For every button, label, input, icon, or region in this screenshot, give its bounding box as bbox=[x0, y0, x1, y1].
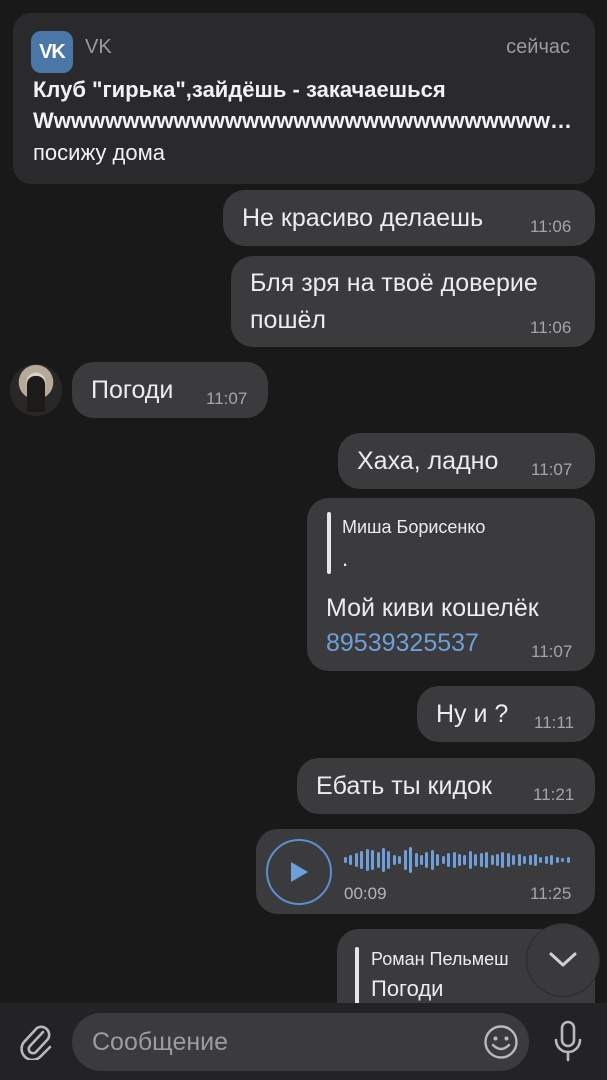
reply-quote-bar bbox=[327, 512, 331, 574]
message-text: Не красиво делаешь bbox=[242, 204, 484, 232]
notification-title: Клуб "гирька",зайдёшь - закачаешься bbox=[33, 77, 446, 102]
waveform-bar bbox=[496, 854, 499, 866]
waveform-bar bbox=[534, 854, 537, 866]
waveform-bar bbox=[550, 855, 554, 865]
message-text-line-1: Бля зря на твоё доверие bbox=[250, 269, 538, 297]
voice-waveform[interactable] bbox=[344, 845, 572, 875]
vk-logo-icon: VK bbox=[31, 31, 73, 73]
waveform-bar bbox=[420, 855, 423, 865]
notification-body: посижу дома bbox=[33, 140, 165, 165]
attach-button[interactable] bbox=[16, 1021, 56, 1061]
phone-link[interactable]: 89539325537 bbox=[326, 629, 479, 658]
message-time: 11:07 bbox=[206, 389, 248, 408]
message-bubble-incoming[interactable]: Погоди 11:07 bbox=[72, 362, 268, 418]
reply-text: Погоди bbox=[371, 976, 444, 1001]
notification-app-name: VK bbox=[85, 36, 112, 58]
notification-subtitle: Wwwwwwwwwwwwwwwwwwwwwwwwwwwwwwwwwwwwwwww… bbox=[33, 108, 573, 133]
message-bubble-outgoing[interactable]: Не красиво делаешь 11:06 bbox=[223, 190, 595, 246]
chevron-down-icon bbox=[549, 952, 577, 967]
waveform-bar bbox=[458, 854, 461, 866]
waveform-bar bbox=[436, 854, 440, 866]
waveform-bar bbox=[349, 855, 353, 865]
message-time: 11:21 bbox=[533, 785, 575, 804]
message-text: Ебать ты кидок bbox=[316, 772, 492, 800]
waveform-bar bbox=[371, 850, 375, 870]
message-text-line-2: пошёл bbox=[250, 306, 326, 334]
waveform-bar bbox=[539, 857, 543, 863]
waveform-bar bbox=[392, 855, 396, 865]
scroll-to-bottom-button[interactable] bbox=[527, 924, 599, 996]
reply-author: Миша Борисенко bbox=[342, 517, 486, 537]
message-time: 11:25 bbox=[530, 884, 572, 903]
waveform-bar bbox=[441, 856, 445, 864]
waveform-bar bbox=[523, 856, 527, 864]
waveform-bar bbox=[344, 857, 347, 863]
message-text: Мой киви кошелёк bbox=[326, 594, 539, 622]
message-bubble-outgoing[interactable]: Бля зря на твоё доверие пошёл 11:06 bbox=[231, 256, 595, 347]
waveform-bar bbox=[474, 854, 478, 866]
waveform-bar bbox=[382, 848, 385, 872]
message-bubble-outgoing[interactable]: Ебать ты кидок 11:21 bbox=[297, 758, 595, 814]
waveform-bar bbox=[414, 853, 418, 867]
chat-screen: VK VK сейчас Клуб "гирька",зайдёшь - зак… bbox=[0, 0, 607, 1080]
message-text: Погоди bbox=[91, 376, 174, 404]
waveform-bar bbox=[528, 855, 532, 865]
message-input-field[interactable] bbox=[72, 1013, 529, 1071]
waveform-bar bbox=[376, 852, 380, 868]
waveform-bar bbox=[468, 851, 472, 869]
message-time: 11:06 bbox=[530, 318, 572, 337]
waveform-bar bbox=[447, 853, 451, 867]
push-notification[interactable]: VK VK сейчас Клуб "гирька",зайдёшь - зак… bbox=[13, 13, 595, 184]
waveform-bar bbox=[517, 854, 521, 866]
waveform-bar bbox=[501, 852, 505, 868]
waveform-bar bbox=[479, 853, 483, 867]
voice-record-button[interactable] bbox=[548, 1019, 588, 1065]
waveform-bar bbox=[463, 855, 467, 865]
waveform-bar bbox=[490, 855, 494, 865]
waveform-bar bbox=[512, 855, 516, 865]
waveform-bar bbox=[425, 852, 429, 868]
voice-duration: 00:09 bbox=[344, 884, 387, 903]
avatar-photo bbox=[27, 376, 45, 412]
message-time: 11:06 bbox=[530, 217, 572, 236]
play-button[interactable] bbox=[266, 839, 332, 905]
play-icon bbox=[291, 862, 308, 882]
waveform-bar bbox=[506, 853, 510, 867]
message-input-bar bbox=[0, 1003, 607, 1080]
contact-avatar[interactable] bbox=[10, 364, 62, 416]
message-input[interactable] bbox=[92, 1024, 472, 1060]
waveform-bar bbox=[485, 852, 489, 868]
waveform-bar bbox=[387, 851, 391, 869]
waveform-bar bbox=[360, 851, 364, 869]
message-time: 11:07 bbox=[531, 642, 573, 661]
paperclip-icon bbox=[20, 1025, 52, 1060]
waveform-bar bbox=[544, 856, 548, 864]
message-time: 11:11 bbox=[534, 713, 575, 732]
waveform-bar bbox=[555, 857, 559, 863]
voice-message-bubble[interactable]: 00:09 11:25 bbox=[256, 829, 595, 914]
message-text: Ну и ? bbox=[436, 700, 509, 728]
message-bubble-outgoing[interactable]: Хаха, ладно 11:07 bbox=[338, 433, 595, 489]
waveform-bar bbox=[452, 852, 456, 868]
notification-time: сейчас bbox=[506, 36, 570, 58]
waveform-bar bbox=[409, 847, 413, 873]
message-bubble-outgoing-reply[interactable]: Миша Борисенко . Мой киви кошелёк 895393… bbox=[307, 498, 595, 671]
waveform-bar bbox=[403, 850, 407, 870]
microphone-icon bbox=[554, 1020, 582, 1062]
waveform-bar bbox=[430, 850, 434, 870]
waveform-bar bbox=[566, 857, 570, 863]
reply-quote-bar bbox=[355, 947, 359, 1009]
message-time: 11:07 bbox=[531, 460, 573, 479]
message-text: Хаха, ладно bbox=[357, 447, 499, 475]
waveform-bar bbox=[354, 853, 358, 867]
waveform-bar bbox=[561, 858, 565, 862]
waveform-bar bbox=[398, 856, 402, 864]
reply-text: . bbox=[342, 546, 349, 571]
waveform-bar bbox=[365, 849, 369, 871]
emoji-icon[interactable] bbox=[483, 1024, 519, 1060]
message-bubble-outgoing[interactable]: Ну и ? 11:11 bbox=[417, 686, 595, 742]
reply-author: Роман Пельмеш bbox=[371, 949, 509, 969]
